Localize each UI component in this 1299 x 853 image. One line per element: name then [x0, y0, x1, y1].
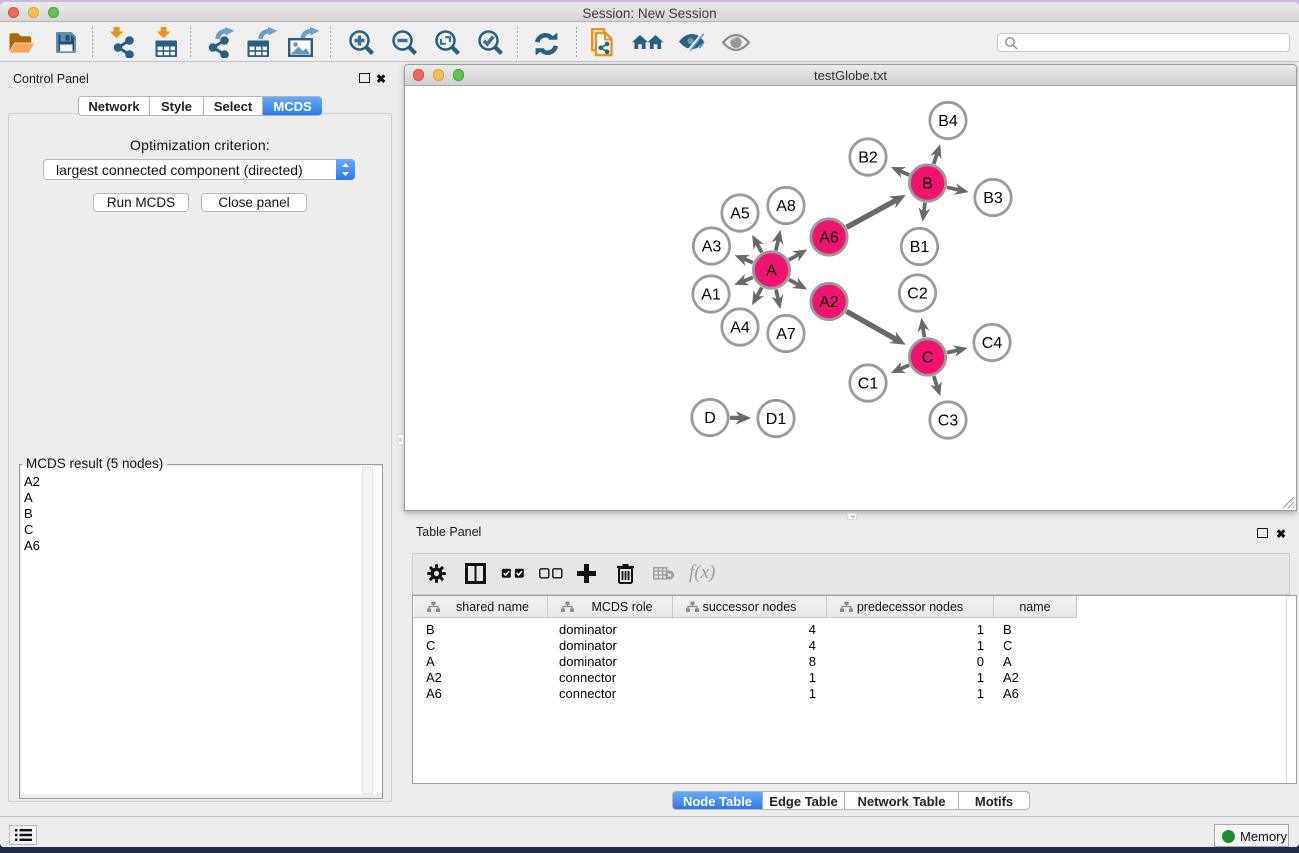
svg-text:C2: C2: [907, 286, 928, 303]
svg-text:B: B: [922, 176, 933, 193]
svg-text:D: D: [704, 410, 716, 427]
svg-text:A2: A2: [819, 294, 839, 311]
svg-text:C3: C3: [938, 413, 959, 430]
svg-text:A4: A4: [730, 320, 750, 337]
svg-text:B3: B3: [983, 190, 1003, 207]
svg-text:A7: A7: [776, 326, 796, 343]
svg-text:A1: A1: [701, 287, 721, 304]
svg-text:C: C: [922, 350, 934, 367]
svg-text:A8: A8: [776, 198, 796, 215]
svg-text:A3: A3: [702, 239, 722, 256]
svg-text:A6: A6: [819, 230, 839, 247]
svg-text:C4: C4: [982, 335, 1003, 352]
svg-text:B1: B1: [910, 239, 930, 256]
svg-text:B4: B4: [938, 113, 958, 130]
svg-text:A: A: [766, 263, 777, 280]
svg-text:C1: C1: [858, 376, 879, 393]
svg-text:D1: D1: [766, 411, 787, 428]
svg-text:A5: A5: [730, 206, 750, 223]
svg-text:B2: B2: [858, 150, 878, 167]
